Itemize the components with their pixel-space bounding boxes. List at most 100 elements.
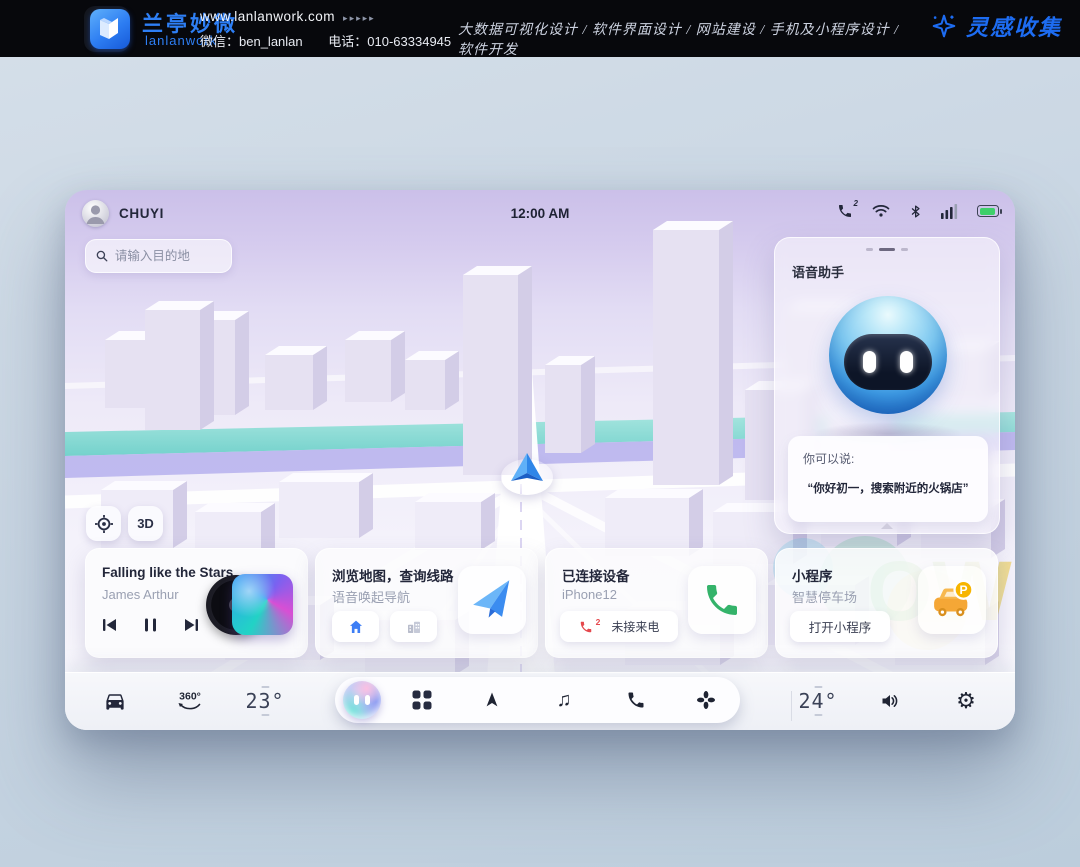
music-app-button[interactable]: ♫	[557, 690, 572, 710]
temp-up-dash-right[interactable]	[814, 686, 822, 688]
company-shortcut-button[interactable]	[390, 611, 437, 642]
contact-line: 微信：ben_lanlan 电话：010-63334945	[200, 31, 451, 50]
destination-search[interactable]	[85, 239, 232, 273]
hint-label: 你可以说:	[803, 450, 854, 467]
navigation-card: 浏览地图，查询线路 语音唤起导航	[315, 548, 538, 658]
missed-call-badge: 2	[596, 617, 601, 627]
hint-quote: “你好初一，搜索附近的火锅店”	[788, 480, 988, 496]
car-icon	[104, 690, 127, 713]
robot-eye-right	[900, 351, 913, 373]
voice-assistant-panel: 语音助手 你可以说: “你好初一，搜索附近的火锅店”	[774, 237, 1000, 534]
navigation-app-button[interactable]	[483, 690, 502, 710]
sparkle-star-icon	[930, 12, 958, 40]
phone-number: 010-63334945	[367, 34, 451, 49]
missed-call-button[interactable]: 2 未接来电	[560, 611, 678, 642]
driver-temperature-stepper[interactable]: 23°	[245, 683, 284, 719]
open-mini-program-label: 打开小程序	[809, 617, 872, 636]
pause-button[interactable]	[144, 617, 157, 633]
open-mini-program-button[interactable]: 打开小程序	[790, 611, 890, 642]
mini-card-subtitle: 智慧停车场	[792, 587, 857, 606]
home-icon	[347, 618, 365, 636]
inspiration-collect-button[interactable]: 灵感收集	[930, 10, 1062, 42]
driver-temp-value: 23°	[245, 691, 284, 711]
360-arc-icon	[178, 703, 202, 712]
climate-fan-button[interactable]	[696, 690, 717, 711]
assistant-robot-avatar[interactable]	[829, 296, 947, 414]
album-art[interactable]	[232, 574, 293, 635]
svg-text:P: P	[959, 583, 967, 597]
device-card-title: 已连接设备	[562, 565, 630, 585]
call-icon	[702, 580, 742, 620]
fan-icon	[696, 690, 717, 711]
app-launcher-button[interactable]	[413, 691, 432, 710]
voice-hint-card: 你可以说: “你好初一，搜索附近的火锅店”	[788, 436, 988, 522]
missed-call-label: 未接来电	[611, 618, 659, 635]
3d-label: 3D	[137, 516, 154, 531]
voice-panel-title: 语音助手	[792, 262, 844, 281]
passenger-temp-value: 24°	[798, 691, 837, 711]
parking-app-tile[interactable]: P	[918, 566, 986, 634]
gear-icon: ⚙	[956, 690, 976, 712]
locate-button[interactable]	[86, 506, 121, 541]
home-shortcut-button[interactable]	[332, 611, 379, 642]
dock-divider	[791, 691, 792, 721]
connected-device-card: 已连接设备 iPhone12 2 未接来电	[545, 548, 768, 658]
wechat-id: ben_lanlan	[239, 34, 303, 49]
media-player-card: Falling like the Stars James Arthur	[85, 548, 308, 658]
website-url: www.lanlanwork.com	[200, 9, 335, 24]
signal-bars-icon	[941, 202, 958, 220]
dock-app-pill: ♫	[335, 677, 740, 723]
search-input[interactable]	[115, 249, 221, 263]
website-arrows: ▸▸▸▸▸	[343, 13, 376, 23]
nav-card-title: 浏览地图，查询线路	[332, 565, 454, 585]
bluetooth-icon	[909, 202, 922, 220]
previous-track-button[interactable]	[102, 617, 118, 633]
passenger-temperature-stepper[interactable]: 24°	[798, 683, 837, 719]
vehicle-position-marker	[498, 449, 556, 499]
360-label: 360°	[179, 691, 201, 703]
phone-app-tile[interactable]	[688, 566, 756, 634]
phone-status-icon: 2	[837, 202, 853, 220]
navigation-launch-tile[interactable]	[458, 566, 526, 634]
phone-icon	[626, 690, 646, 710]
nav-card-subtitle: 语音唤起导航	[332, 587, 410, 606]
device-name: iPhone12	[562, 587, 617, 602]
music-note-icon: ♫	[557, 690, 572, 710]
dock-bar: 360° 23° ♫	[65, 672, 1015, 730]
temp-down-dash-right[interactable]	[814, 714, 822, 716]
next-track-button[interactable]	[183, 617, 199, 633]
collect-label: 灵感收集	[966, 10, 1062, 42]
wifi-icon	[872, 202, 890, 220]
paper-plane-icon	[468, 576, 516, 624]
voice-assistant-orb-button[interactable]	[343, 681, 381, 719]
crosshair-icon	[94, 514, 114, 534]
volume-button[interactable]	[879, 691, 901, 711]
temp-up-dash[interactable]	[261, 686, 269, 688]
temp-down-dash[interactable]	[261, 714, 269, 716]
status-icons: 2	[837, 202, 999, 220]
wechat-label: 微信：	[200, 34, 239, 49]
office-building-icon	[405, 618, 423, 636]
vehicle-settings-button[interactable]	[104, 690, 127, 713]
map-3d-toggle[interactable]: 3D	[128, 506, 163, 541]
settings-button[interactable]: ⚙	[956, 690, 976, 712]
parking-car-icon: P	[929, 577, 975, 623]
chevron-up-icon[interactable]	[881, 523, 893, 529]
services-list: 大数据可视化设计 / 软件界面设计 / 网站建设 / 手机及小程序设计 / 软件…	[458, 19, 903, 59]
brand-logo-icon	[90, 9, 130, 49]
promo-header: 兰亭妙微 lanlanwork www.lanlanwork.com▸▸▸▸▸ …	[0, 0, 1080, 57]
camera-360-button[interactable]: 360°	[178, 691, 202, 712]
nav-arrow-3d-icon	[505, 449, 549, 489]
robot-eye-left	[863, 351, 876, 373]
phone-app-button[interactable]	[626, 690, 646, 710]
search-icon	[96, 249, 108, 263]
panel-drag-handle[interactable]	[775, 248, 999, 251]
playback-controls	[102, 617, 199, 633]
phone-label: 电话：	[328, 34, 367, 49]
missed-call-icon	[579, 620, 593, 634]
app-grid-icon	[413, 691, 432, 710]
website-line: www.lanlanwork.com ▸▸▸▸▸	[200, 9, 376, 24]
battery-icon	[977, 202, 999, 220]
speaker-icon	[879, 691, 901, 711]
mini-program-card: 小程序 智慧停车场 打开小程序 P	[775, 548, 998, 658]
